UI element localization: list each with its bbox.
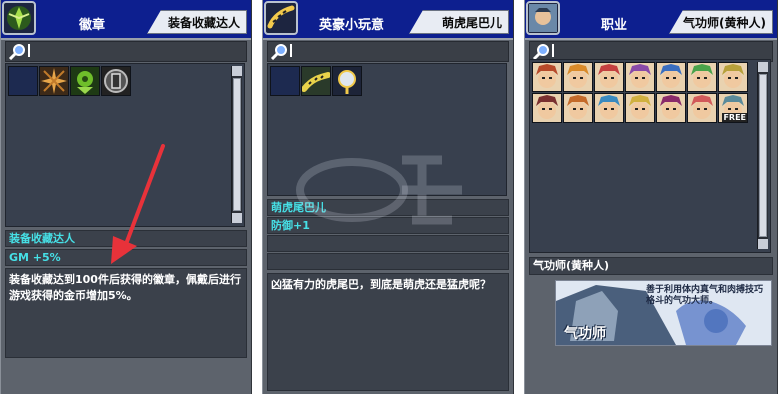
badge-description: 装备收藏达到100件后获得的徽章，佩戴后进行游戏获得的金币增加5%。 bbox=[5, 268, 247, 358]
tab-tiger-tail[interactable]: 萌虎尾巴儿 bbox=[409, 10, 509, 34]
gadget-search-input[interactable] bbox=[290, 44, 506, 57]
scroll-down-button[interactable] bbox=[758, 239, 768, 249]
character-portrait-icon bbox=[660, 95, 682, 119]
empty-slot[interactable] bbox=[8, 66, 38, 96]
gadget-description: 凶猛有力的虎尾巴，到底是萌虎还是猛虎呢？ bbox=[267, 273, 509, 391]
search-icon bbox=[532, 44, 549, 60]
gadget-panel-header: 英豪小玩意 萌虎尾巴儿 bbox=[263, 0, 513, 40]
job-grid: FREE bbox=[529, 59, 771, 253]
job-portrait[interactable] bbox=[687, 62, 717, 92]
character-portrait-icon bbox=[691, 95, 713, 119]
gadget-panel-title: 英豪小玩意 bbox=[319, 18, 385, 33]
badge-search-input[interactable] bbox=[28, 44, 244, 57]
job-portrait[interactable] bbox=[625, 62, 655, 92]
character-portrait-icon bbox=[629, 95, 651, 119]
gadget-grid-cells bbox=[270, 66, 470, 96]
character-portrait-icon bbox=[722, 64, 744, 88]
job-name: 气功师(黄种人) bbox=[529, 257, 773, 275]
watermark-logo bbox=[292, 140, 492, 230]
search-icon bbox=[8, 44, 25, 60]
shield-badge-icon bbox=[104, 69, 128, 93]
badge-panel: 徽章 装备收藏达人 装备收藏达人 GM +5% 装备收藏达到100件后获得的徽章… bbox=[0, 0, 252, 394]
job-portrait[interactable] bbox=[563, 62, 593, 92]
character-portrait-icon bbox=[629, 64, 651, 88]
mirror-icon bbox=[338, 70, 356, 94]
badge-panel-header: 徽章 装备收藏达人 bbox=[1, 0, 251, 40]
job-header-icon bbox=[526, 1, 560, 35]
tab-qigong-master[interactable]: 气功师(黄种人) bbox=[669, 10, 773, 34]
tiger-tail-icon bbox=[302, 72, 330, 92]
character-portrait-icon bbox=[598, 64, 620, 88]
scroll-up-button[interactable] bbox=[232, 66, 242, 76]
badge-panel-title: 徽章 bbox=[79, 18, 106, 33]
badge-slot-star[interactable] bbox=[39, 66, 69, 96]
character-portrait-icon bbox=[536, 64, 558, 88]
scroll-thumb[interactable] bbox=[759, 74, 767, 237]
job-description-card: 善于利用体内真气和肉搏技巧格斗的气功大师。 气功师 bbox=[555, 280, 772, 346]
job-portrait[interactable] bbox=[594, 62, 624, 92]
character-portrait-icon bbox=[567, 95, 589, 119]
gadget-slot-tail[interactable] bbox=[301, 66, 331, 96]
scroll-thumb[interactable] bbox=[233, 78, 241, 211]
gadget-empty-line-2 bbox=[267, 253, 509, 270]
job-portrait[interactable] bbox=[687, 93, 717, 123]
job-portrait[interactable] bbox=[718, 62, 748, 92]
gadget-slot-mirror[interactable] bbox=[332, 66, 362, 96]
job-panel-title: 职业 bbox=[601, 18, 628, 33]
job-portrait[interactable] bbox=[594, 93, 624, 123]
badge-header-icon bbox=[2, 1, 36, 35]
job-portrait[interactable]: FREE bbox=[718, 93, 748, 123]
gadget-search-bar[interactable] bbox=[267, 41, 509, 62]
badge-slot-green[interactable] bbox=[70, 66, 100, 96]
gadget-header-icon bbox=[264, 1, 298, 35]
badge-search-bar[interactable] bbox=[5, 41, 247, 62]
character-portrait-icon bbox=[660, 64, 682, 88]
scroll-up-button[interactable] bbox=[758, 62, 768, 72]
fighter-portrait-icon bbox=[529, 4, 557, 32]
badge-slot-shield[interactable] bbox=[101, 66, 131, 96]
tab-badge-collector[interactable]: 装备收藏达人 bbox=[147, 10, 247, 34]
job-portrait[interactable] bbox=[563, 93, 593, 123]
job-card-title: 气功师 bbox=[564, 326, 606, 342]
job-portrait[interactable] bbox=[625, 93, 655, 123]
job-search-input[interactable] bbox=[552, 44, 770, 57]
job-portrait-grid: FREE bbox=[532, 62, 756, 123]
job-portrait[interactable] bbox=[532, 62, 562, 92]
job-grid-scrollbar[interactable] bbox=[757, 62, 768, 249]
job-portrait[interactable] bbox=[656, 93, 686, 123]
character-portrait-icon bbox=[536, 95, 558, 119]
red-arrow-annotation bbox=[111, 144, 165, 264]
job-panel-header: 职业 气功师(黄种人) bbox=[525, 0, 777, 40]
badge-grid-scrollbar[interactable] bbox=[231, 66, 242, 223]
character-portrait-icon bbox=[567, 64, 589, 88]
green-emblem-icon bbox=[7, 6, 31, 30]
character-portrait-icon bbox=[598, 95, 620, 119]
green-emblem-icon bbox=[77, 71, 93, 94]
job-portrait[interactable] bbox=[532, 93, 562, 123]
job-panel: 职业 气功师(黄种人) FREE 气功师(黄种人) 善于利用体内真气和肉搏技巧格… bbox=[524, 0, 778, 394]
free-badge: FREE bbox=[722, 113, 747, 122]
scroll-down-button[interactable] bbox=[232, 213, 242, 223]
tiger-tail-icon bbox=[267, 5, 295, 29]
star-burst-icon bbox=[41, 68, 67, 94]
job-card-caption: 善于利用体内真气和肉搏技巧格斗的气功大师。 bbox=[646, 285, 764, 306]
search-icon bbox=[270, 44, 287, 60]
watermark-graphic bbox=[296, 155, 462, 225]
job-portrait[interactable] bbox=[656, 62, 686, 92]
empty-slot[interactable] bbox=[270, 66, 300, 96]
badge-grid-cells bbox=[8, 66, 208, 96]
character-portrait-icon bbox=[691, 64, 713, 88]
gadget-empty-line-1 bbox=[267, 235, 509, 252]
